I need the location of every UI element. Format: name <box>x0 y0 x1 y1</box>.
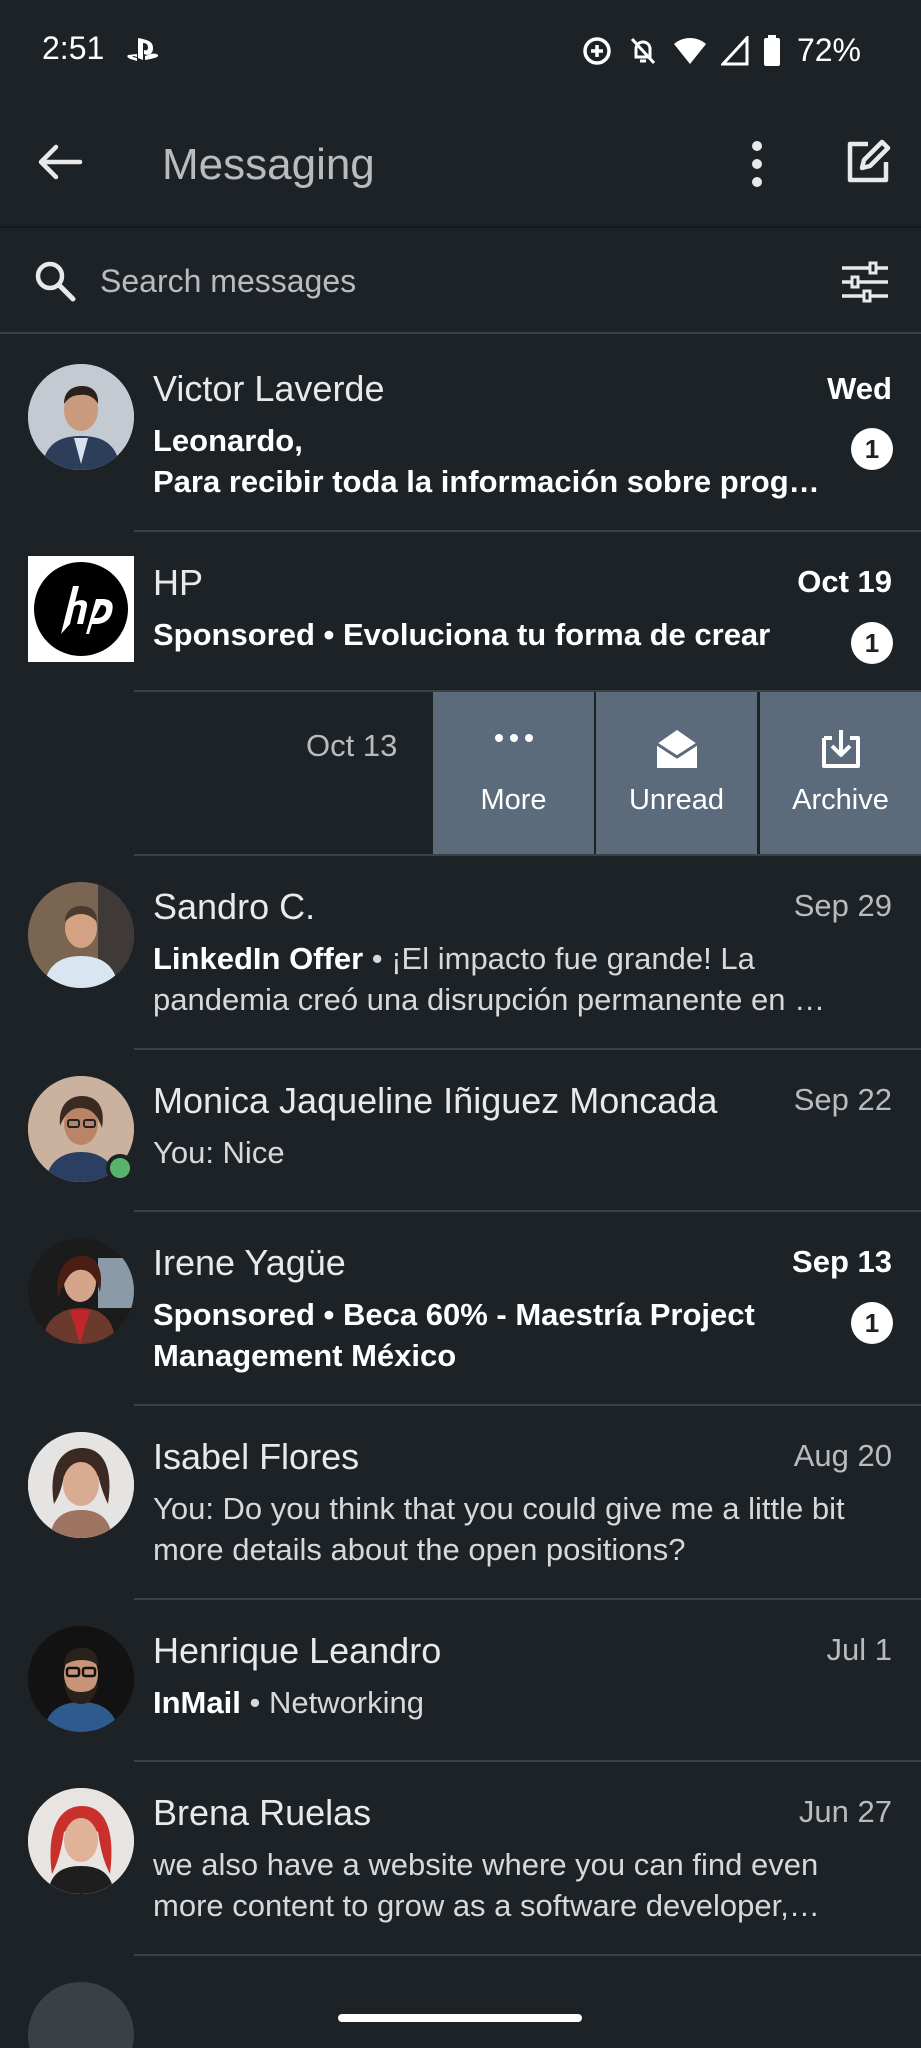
archive-icon <box>822 730 860 768</box>
preview-tag: InMail <box>153 1685 241 1720</box>
preview-separator: • <box>314 1297 343 1332</box>
conversation-item[interactable]: Brena Ruelas Jun 27 we also have a websi… <box>0 1762 921 1956</box>
compose-icon[interactable] <box>842 136 894 188</box>
action-label: More <box>480 784 547 816</box>
status-icons: 72% <box>581 32 861 69</box>
wifi-icon <box>673 37 706 64</box>
battery-percentage: 72% <box>796 32 861 68</box>
battery-icon <box>763 34 780 66</box>
preview-line: Para recibir toda la información sobre p… <box>153 464 820 499</box>
hp-logo <box>28 556 134 662</box>
conversation-item[interactable]: Monica Jaqueline Iñiguez Moncada Sep 22 … <box>0 1050 921 1212</box>
conversation-name: Sandro C. <box>153 886 316 927</box>
conversation-preview: we also have a website where you can fin… <box>153 1847 820 1923</box>
action-label: Archive <box>792 784 889 816</box>
conversation-name: Isabel Flores <box>153 1436 360 1477</box>
search-icon <box>35 261 76 302</box>
search-bar <box>0 226 921 334</box>
preview-text: Networking <box>268 1685 424 1720</box>
conversation-item[interactable]: Irene Yagüe Sep 13 Sponsored • Beca 60% … <box>0 1212 921 1406</box>
preview-text: Evoluciona tu forma de crear <box>343 617 771 652</box>
conversation-item[interactable]: HP Oct 19 Sponsored • Evoluciona tu form… <box>0 532 921 692</box>
avatar <box>28 882 134 988</box>
status-time: 2:51 <box>42 30 105 66</box>
bell-off-icon <box>630 37 656 64</box>
online-status-indicator <box>106 1154 134 1182</box>
home-indicator[interactable] <box>338 2014 582 2022</box>
conversation-date: Oct 13 <box>306 728 398 763</box>
more-vert-icon[interactable] <box>740 136 774 192</box>
conversation-name: Brena Ruelas <box>153 1792 372 1833</box>
page-title: Messaging <box>162 140 375 189</box>
conversation-date: Sep 29 <box>793 888 892 923</box>
conversation-item[interactable]: Isabel Flores Aug 20 You: Do you think t… <box>0 1406 921 1600</box>
conversation-preview: Sponsored • Beca 60% - Maestría Project … <box>153 1294 843 1376</box>
status-bar: 2:51 72% <box>0 0 921 100</box>
preview-separator: • <box>363 941 392 976</box>
conversation-preview: InMail • Networking <box>153 1682 873 1723</box>
conversation-preview: LinkedIn Offer • ¡El impacto fue grande!… <box>153 938 873 1020</box>
conversation-preview: You: Nice <box>153 1135 285 1170</box>
signal-icon <box>720 35 749 65</box>
preview-tag: Sponsored <box>153 1297 315 1332</box>
action-label: Unread <box>628 784 725 816</box>
preview-tag: Sponsored <box>153 617 315 652</box>
avatar <box>28 1982 134 2048</box>
conversation-name: Victor Laverde <box>153 368 385 409</box>
preview-separator: • <box>240 1685 269 1720</box>
avatar <box>28 1626 134 1732</box>
more-action-button[interactable]: More <box>433 692 594 854</box>
conversation-item[interactable]: Henrique Leandro Jul 1 InMail • Networki… <box>0 1600 921 1762</box>
filter-icon[interactable] <box>840 260 890 304</box>
avatar <box>28 1432 134 1538</box>
conversation-name: Henrique Leandro <box>153 1630 442 1671</box>
conversation-name: Monica Jaqueline Iñiguez Moncada <box>153 1080 718 1121</box>
envelope-open-icon <box>656 730 698 768</box>
playstation-icon <box>127 38 159 61</box>
conversation-date: Aug 20 <box>793 1438 892 1473</box>
conversation-date: Sep 22 <box>793 1082 892 1117</box>
conversation-date: Jun 27 <box>798 1794 892 1829</box>
avatar <box>28 1238 134 1344</box>
unread-badge: 1 <box>851 1302 893 1344</box>
preview-line: Leonardo, <box>153 423 303 458</box>
swiped-conversation-item[interactable]: Oct 13 More Unread Archive <box>0 692 921 856</box>
conversation-item[interactable]: Victor Laverde Wed Leonardo, Para recibi… <box>0 336 921 532</box>
preview-separator: • <box>314 617 343 652</box>
unread-action-button[interactable]: Unread <box>596 692 757 854</box>
more-horiz-icon <box>495 734 533 742</box>
unread-badge: 1 <box>851 428 893 470</box>
conversation-preview: Leonardo, Para recibir toda la informaci… <box>153 420 843 502</box>
avatar <box>28 364 134 470</box>
unread-badge: 1 <box>851 622 893 664</box>
conversation-date: Jul 1 <box>826 1632 892 1667</box>
conversation-date: Oct 19 <box>797 564 892 599</box>
data-saver-icon <box>583 36 611 65</box>
avatar <box>28 1788 134 1894</box>
preview-tag: LinkedIn Offer <box>153 941 364 976</box>
conversation-name: HP <box>153 562 204 603</box>
search-input[interactable] <box>98 254 622 308</box>
conversation-date: Sep 13 <box>792 1244 892 1279</box>
archive-action-button[interactable]: Archive <box>760 692 921 854</box>
conversation-item[interactable]: Sandro C. Sep 29 LinkedIn Offer • ¡El im… <box>0 856 921 1050</box>
conversation-item-partial[interactable] <box>0 1956 921 2048</box>
app-bar: Messaging <box>0 100 921 226</box>
back-arrow-icon[interactable] <box>32 134 88 190</box>
conversation-preview: You: Do you think that you could give me… <box>153 1491 845 1567</box>
conversation-name: Irene Yagüe <box>153 1242 346 1283</box>
conversation-preview: Sponsored • Evoluciona tu forma de crear <box>153 614 843 655</box>
conversation-date: Wed <box>827 371 892 406</box>
